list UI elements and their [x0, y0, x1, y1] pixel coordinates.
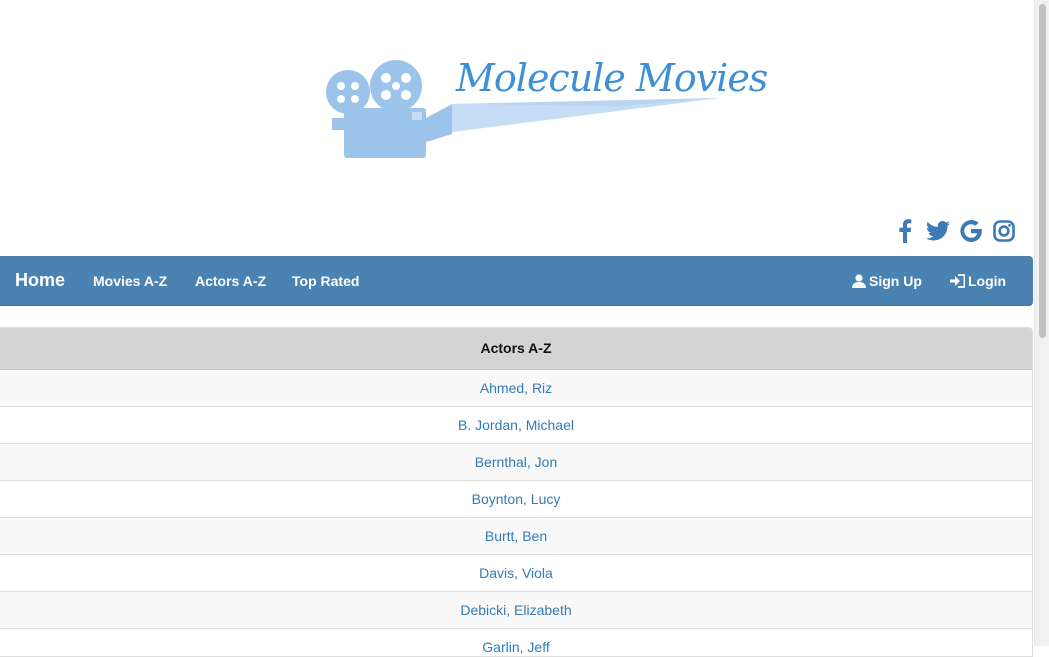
signup-button[interactable]: Sign Up: [852, 273, 922, 289]
login-icon: [950, 274, 966, 288]
facebook-icon[interactable]: [893, 218, 917, 244]
site-logo[interactable]: Molecule Movies: [322, 56, 768, 162]
actor-link[interactable]: Burtt, Ben: [485, 528, 547, 544]
login-label: Login: [968, 273, 1007, 289]
table-row: Boynton, Lucy: [0, 481, 1032, 518]
page: Molecule Movies Home Movies A-Z Actors A…: [0, 0, 1034, 657]
logo-text: Molecule Movies: [456, 56, 768, 100]
table-header: Actors A-Z: [0, 328, 1032, 370]
actor-link[interactable]: B. Jordan, Michael: [458, 417, 574, 433]
signup-label: Sign Up: [869, 273, 922, 289]
main-navbar: Home Movies A-Z Actors A-Z Top Rated Sig…: [0, 256, 1033, 306]
login-button[interactable]: Login: [950, 273, 1006, 289]
table-row: Bernthal, Jon: [0, 444, 1032, 481]
google-icon[interactable]: [959, 218, 983, 244]
actor-link[interactable]: Garlin, Jeff: [482, 639, 549, 655]
social-links: [893, 218, 1016, 244]
actor-link[interactable]: Ahmed, Riz: [480, 380, 552, 396]
nav-actors-az[interactable]: Actors A-Z: [195, 273, 266, 289]
table-row: Debicki, Elizabeth: [0, 592, 1032, 629]
table-row: Davis, Viola: [0, 555, 1032, 592]
nav-movies-az[interactable]: Movies A-Z: [93, 273, 167, 289]
table-row: B. Jordan, Michael: [0, 407, 1032, 444]
actor-link[interactable]: Debicki, Elizabeth: [460, 602, 571, 618]
table-body: Ahmed, Riz B. Jordan, Michael Bernthal, …: [0, 370, 1032, 656]
table-row: Garlin, Jeff: [0, 629, 1032, 656]
table-row: Burtt, Ben: [0, 518, 1032, 555]
user-icon: [852, 274, 866, 288]
nav-top-rated[interactable]: Top Rated: [292, 273, 359, 289]
page-scrollbar[interactable]: [1034, 0, 1049, 646]
scrollbar-thumb[interactable]: [1039, 4, 1046, 338]
actors-table: Actors A-Z Ahmed, Riz B. Jordan, Michael…: [0, 327, 1033, 657]
actor-link[interactable]: Bernthal, Jon: [475, 454, 558, 470]
instagram-icon[interactable]: [992, 218, 1016, 244]
actor-link[interactable]: Davis, Viola: [479, 565, 553, 581]
twitter-icon[interactable]: [926, 218, 950, 244]
table-row: Ahmed, Riz: [0, 370, 1032, 407]
actor-link[interactable]: Boynton, Lucy: [472, 491, 561, 507]
nav-home[interactable]: Home: [15, 270, 65, 291]
